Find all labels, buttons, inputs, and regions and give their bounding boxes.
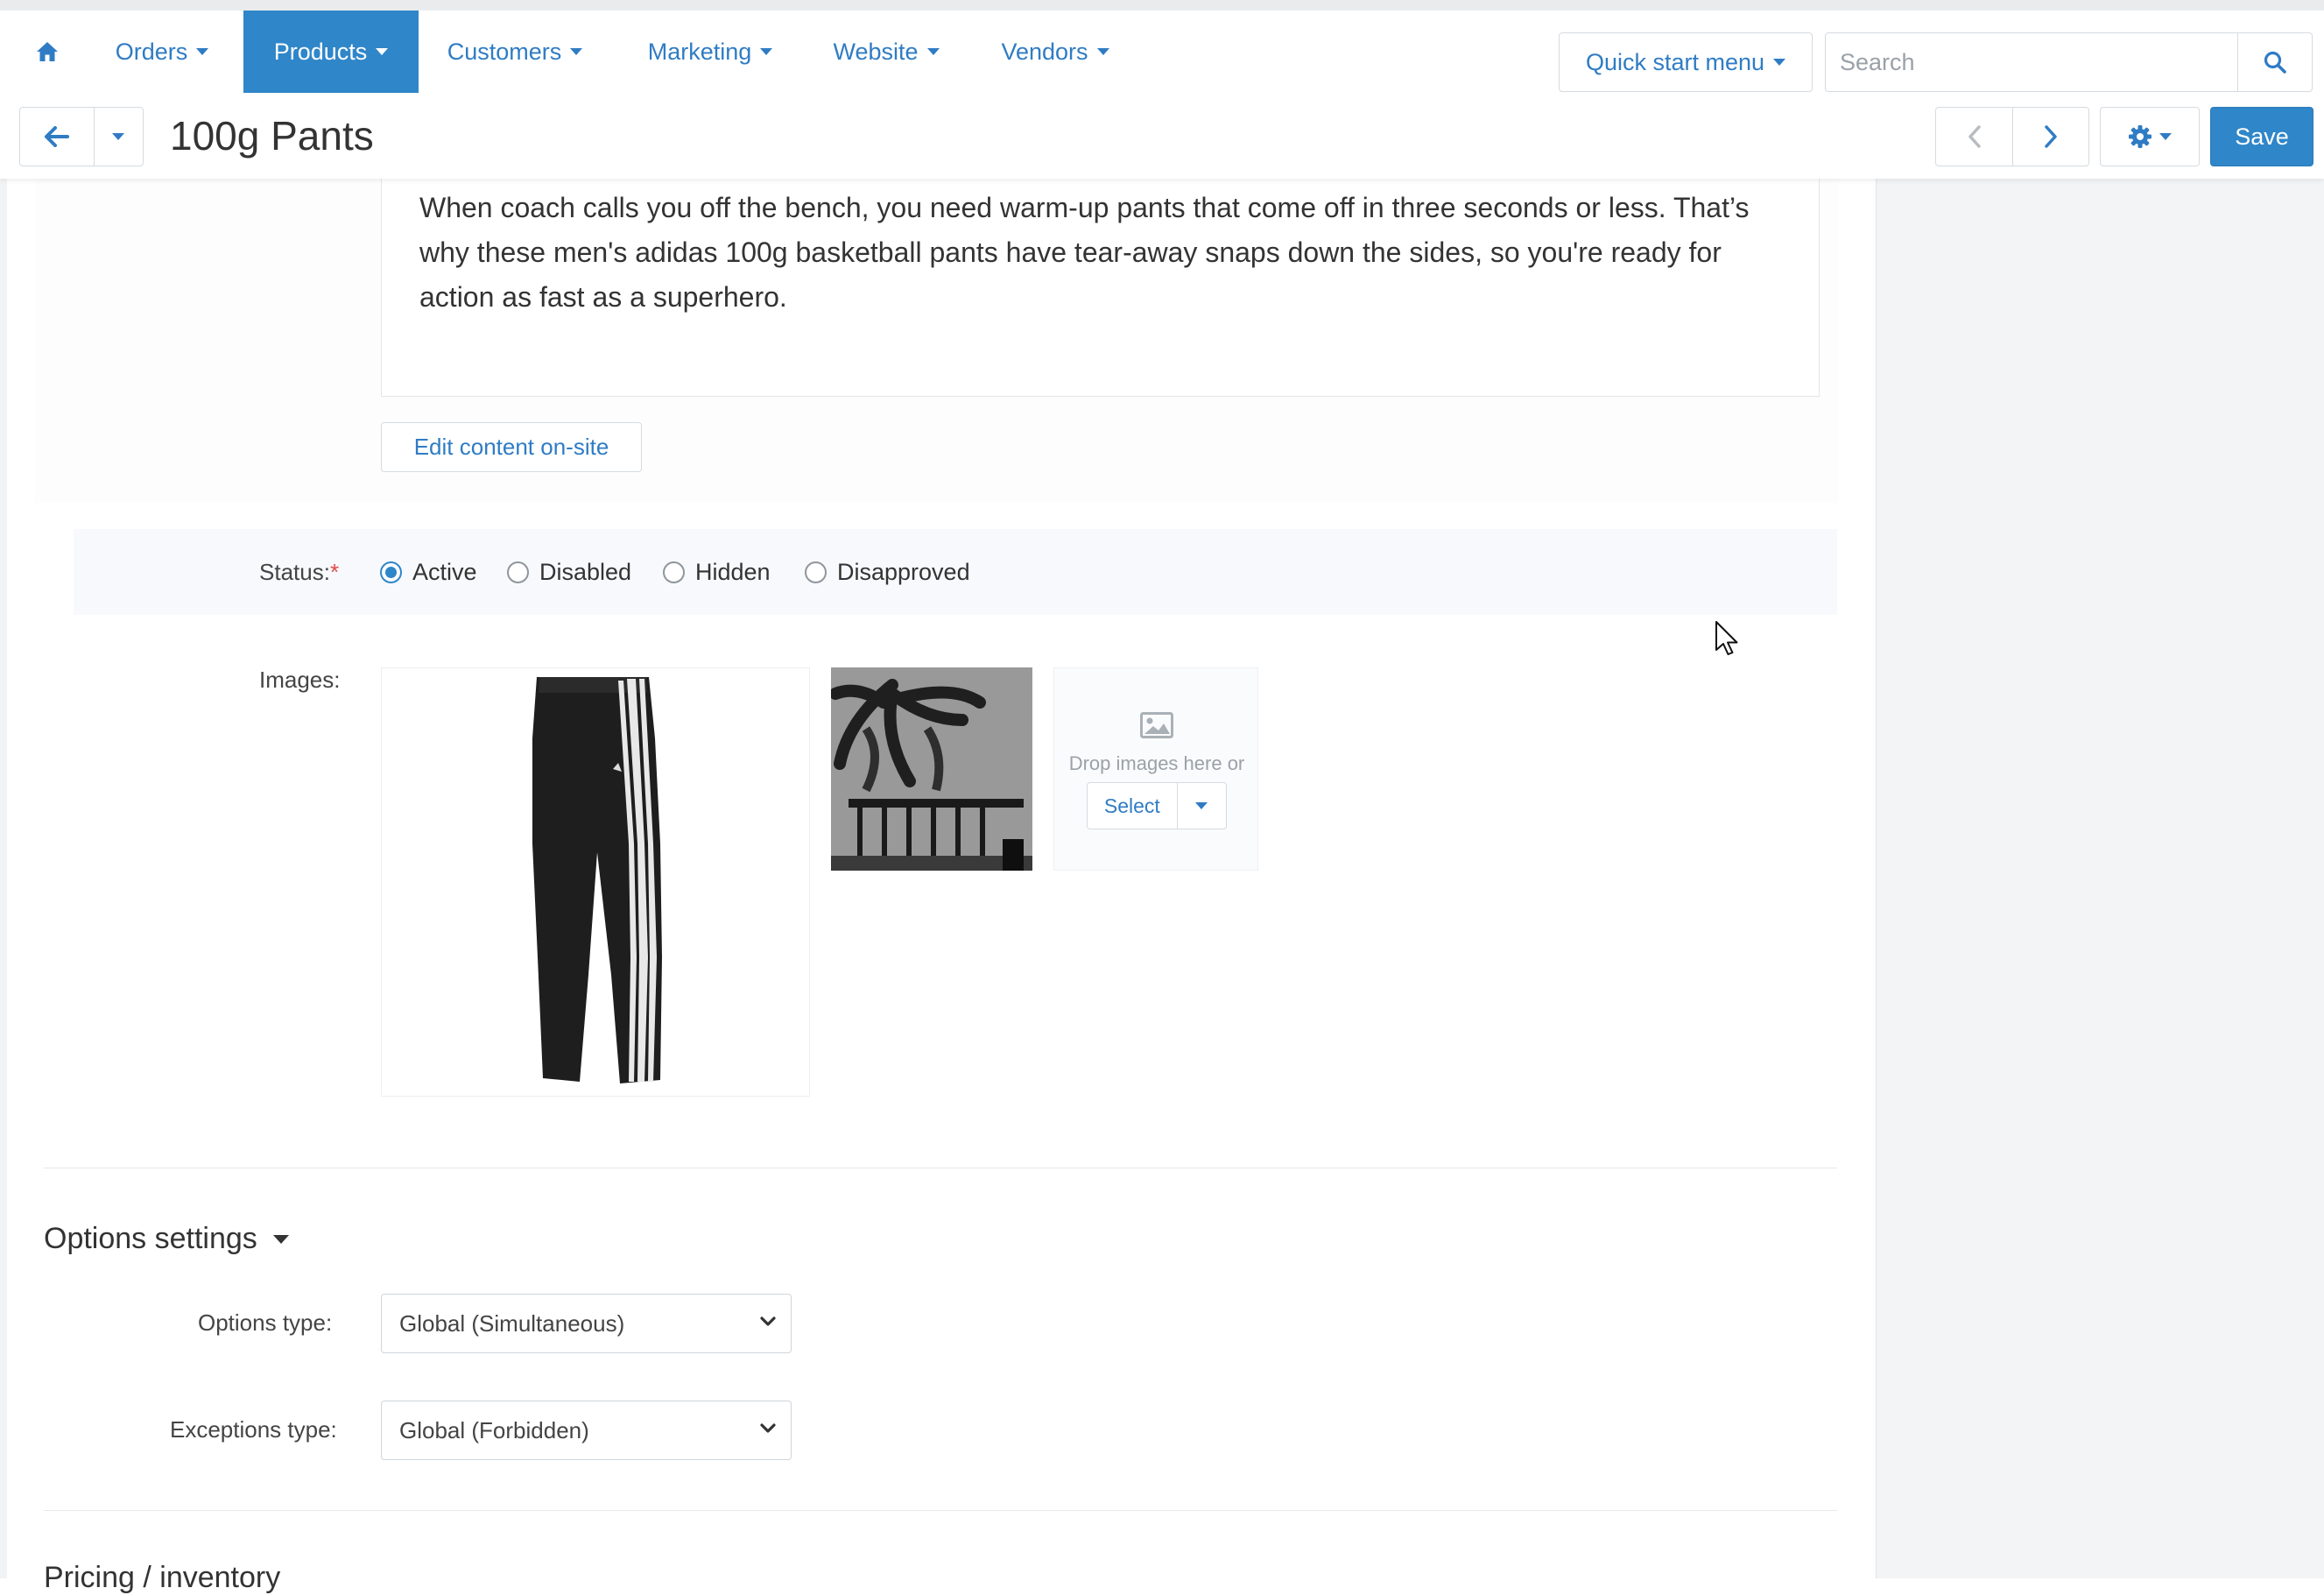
product-image-main[interactable] — [381, 667, 810, 1097]
nav-marketing-label: Marketing — [647, 38, 752, 65]
settings-dropdown-button[interactable] — [2100, 107, 2200, 166]
chevron-down-icon — [926, 48, 940, 55]
status-radio-disabled[interactable]: Disabled — [507, 559, 631, 586]
page-title: 100g Pants — [170, 113, 374, 159]
prev-next-group — [1935, 107, 2089, 166]
pants-image — [532, 677, 662, 1083]
image-icon — [1140, 712, 1173, 738]
home-icon[interactable] — [19, 11, 75, 93]
back-button[interactable] — [20, 108, 95, 166]
nav-website-label: Website — [833, 38, 919, 65]
radio-unchecked-icon — [663, 561, 685, 583]
chevron-down-icon — [1773, 59, 1786, 66]
nav-products[interactable]: Products — [243, 11, 419, 93]
chevron-down-icon — [760, 1316, 776, 1326]
radio-checked-icon — [380, 561, 402, 583]
exceptions-type-label: Exceptions type: — [170, 1416, 337, 1443]
back-button-group — [19, 107, 144, 166]
status-radio-disapproved[interactable]: Disapproved — [805, 559, 970, 586]
exceptions-type-value: Global (Forbidden) — [399, 1416, 589, 1443]
chevron-down-icon — [2159, 133, 2172, 140]
options-type-label: Options type: — [198, 1309, 333, 1336]
options-settings-title: Options settings — [44, 1222, 257, 1255]
gear-icon — [2129, 125, 2151, 148]
chevron-down-icon — [112, 133, 125, 140]
chevron-down-icon — [1096, 48, 1109, 55]
quick-start-menu-label: Quick start menu — [1585, 48, 1765, 75]
browser-top-strip — [0, 0, 2324, 11]
top-navigation: Orders Products Customers Marketing Webs… — [0, 11, 2324, 93]
status-radio-hidden[interactable]: Hidden — [663, 559, 771, 586]
chevron-right-icon — [2045, 125, 2057, 148]
drop-images-text: Drop images here or — [1068, 752, 1245, 774]
options-type-select[interactable]: Global (Simultaneous) — [381, 1294, 792, 1353]
back-dropdown-toggle[interactable] — [95, 108, 143, 166]
right-sidebar-panel — [1876, 179, 2324, 1578]
chevron-down-icon — [1195, 802, 1208, 809]
chevron-down-icon — [376, 48, 389, 55]
plant-photo-image — [831, 667, 1032, 871]
chevron-left-icon — [1968, 125, 1981, 148]
nav-orders-label: Orders — [115, 38, 188, 65]
status-label-text: Status: — [259, 559, 330, 585]
radio-unchecked-icon — [805, 561, 827, 583]
status-radio-active[interactable]: Active — [380, 559, 477, 586]
description-editor[interactable]: When coach calls you off the bench, you … — [381, 179, 1820, 397]
select-images-button[interactable]: Select — [1088, 783, 1178, 829]
next-button[interactable] — [2012, 108, 2088, 166]
select-images-dropdown[interactable] — [1178, 783, 1226, 829]
image-drop-zone[interactable]: Drop images here or Select — [1053, 667, 1258, 871]
save-button[interactable]: Save — [2210, 107, 2313, 166]
nav-vendors-label: Vendors — [1001, 38, 1088, 65]
nav-customers-label: Customers — [447, 38, 562, 65]
status-option-label: Active — [412, 559, 477, 585]
options-settings-toggle[interactable]: Options settings — [44, 1222, 289, 1256]
search-input[interactable] — [1825, 32, 2238, 92]
description-text: When coach calls you off the bench, you … — [419, 192, 1750, 313]
chevron-down-icon — [196, 48, 209, 55]
required-mark: * — [329, 559, 340, 585]
search-icon — [2264, 51, 2286, 74]
nav-products-label: Products — [273, 38, 368, 65]
quick-start-menu-button[interactable]: Quick start menu — [1559, 32, 1813, 92]
chevron-down-icon — [570, 48, 583, 55]
status-option-label: Disabled — [539, 559, 632, 585]
nav-website[interactable]: Website — [820, 11, 953, 93]
images-label: Images: — [259, 667, 341, 693]
options-type-value: Global (Simultaneous) — [399, 1309, 625, 1337]
nav-customers[interactable]: Customers — [429, 11, 601, 93]
previous-button[interactable] — [1936, 108, 2012, 166]
chevron-down-icon — [760, 1423, 776, 1433]
edit-content-on-site-button[interactable]: Edit content on-site — [381, 422, 642, 472]
arrow-left-icon — [44, 126, 69, 147]
status-option-label: Hidden — [695, 559, 771, 585]
image-select-group: Select — [1087, 782, 1227, 829]
exceptions-type-select[interactable]: Global (Forbidden) — [381, 1401, 792, 1460]
chevron-down-icon — [272, 1234, 289, 1244]
nav-orders[interactable]: Orders — [96, 11, 228, 93]
chevron-down-icon — [760, 48, 773, 55]
page-header: 100g Pants Save — [0, 93, 2324, 179]
mouse-cursor-icon — [1715, 621, 1738, 655]
radio-unchecked-icon — [507, 561, 529, 583]
status-label: Status:* — [259, 559, 339, 586]
nav-marketing[interactable]: Marketing — [627, 11, 793, 93]
product-image-second[interactable] — [831, 667, 1032, 871]
nav-vendors[interactable]: Vendors — [988, 11, 1123, 93]
status-option-label: Disapproved — [837, 559, 970, 585]
section-divider — [44, 1510, 1837, 1511]
search-button[interactable] — [2237, 32, 2313, 92]
left-border — [0, 93, 7, 1578]
